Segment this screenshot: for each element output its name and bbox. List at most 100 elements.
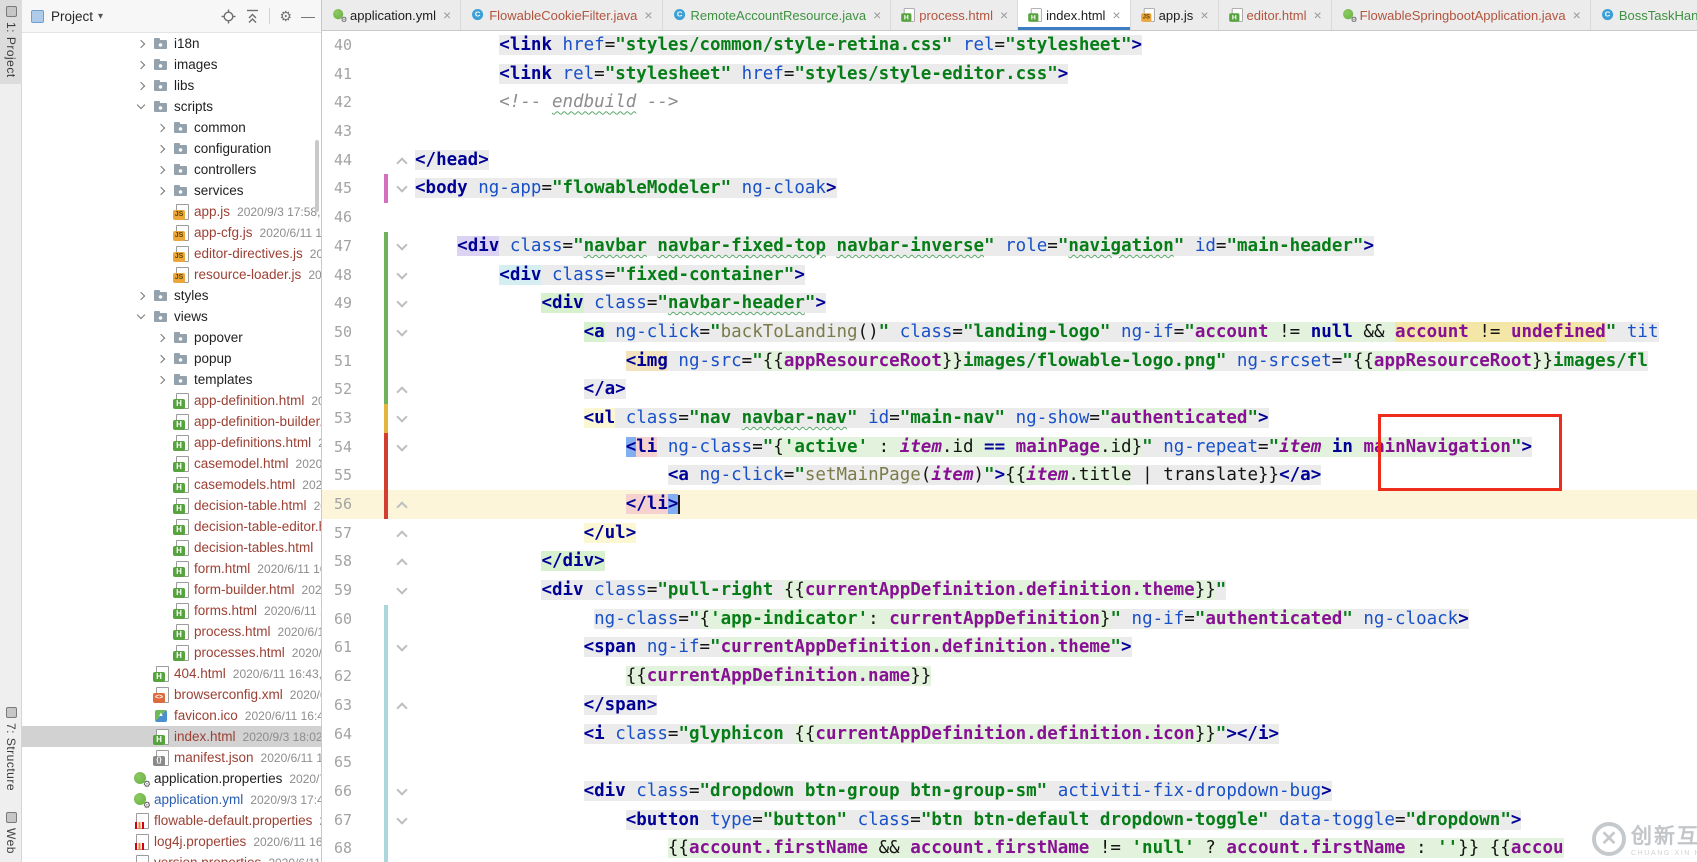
code-line[interactable]: 62 {{currentAppDefinition.name}} — [322, 662, 1697, 691]
tree-item-app-definition-builder.h[interactable]: Happ-definition-builder.h — [22, 411, 321, 432]
fold-marker-icon[interactable] — [396, 157, 408, 169]
tree-item-app-definition.html[interactable]: Happ-definition.html 202 — [22, 390, 321, 411]
project-panel-title[interactable]: Project — [51, 9, 93, 24]
chevron-down-icon[interactable]: ▾ — [98, 11, 103, 22]
tree-item-i18n[interactable]: i18n — [22, 33, 321, 54]
code-line[interactable]: 63 </span> — [322, 690, 1697, 720]
tab-editor.html[interactable]: Heditor.html × — [1218, 0, 1332, 30]
tab-FlowableCookieFilter.java[interactable]: FlowableCookieFilter.java × — [461, 0, 663, 30]
code-line[interactable]: 56 </li> — [322, 490, 1697, 519]
fold-marker-icon[interactable] — [396, 239, 408, 251]
code-line[interactable]: 59 <div class="pull-right {{currentAppDe… — [322, 576, 1697, 605]
hide-panel-icon[interactable]: — — [301, 9, 315, 23]
tree-item-manifest.json[interactable]: {} manifest.json 2020/6/11 16: — [22, 747, 321, 768]
tree-item-index.html[interactable]: Hindex.html 2020/9/3 18:02, 1 — [22, 726, 321, 747]
tree-item-browserconfig.xml[interactable]: <> browserconfig.xml 2020/6/ — [22, 684, 321, 705]
gear-icon[interactable]: ⚙ — [279, 9, 292, 23]
tab-BossTaskHandler.java[interactable]: BossTaskHandler.java× — [1590, 0, 1697, 30]
fold-marker-icon[interactable] — [396, 325, 408, 337]
toolwindow-button-project[interactable]: 1: Project — [0, 0, 22, 84]
fold-marker-icon[interactable] — [396, 296, 408, 308]
code-line[interactable]: 61 <span ng-if="currentAppDefinition.def… — [322, 633, 1697, 663]
code-line[interactable]: 46 — [322, 203, 1697, 232]
tree-item-casemodel.html[interactable]: Hcasemodel.html 2020/6 — [22, 453, 321, 474]
code-line[interactable]: 65 — [322, 748, 1697, 777]
code-line[interactable]: 44 </head> — [322, 146, 1697, 175]
tab-close-icon[interactable]: × — [1112, 8, 1120, 22]
tree-item-configuration[interactable]: configuration — [22, 138, 321, 159]
tab-application.yml[interactable]: application.yml × — [322, 0, 462, 30]
tree-item-log4j.properties[interactable]: log4j.properties 2020/6/11 16:4 — [22, 831, 321, 852]
tab-close-icon[interactable]: × — [1313, 8, 1321, 22]
chevron-collapsed-icon[interactable] — [156, 354, 166, 363]
tab-close-icon[interactable]: × — [1573, 8, 1581, 22]
fold-marker-icon[interactable] — [396, 386, 408, 398]
code-line[interactable]: 49 <div class="navbar-header"> — [322, 289, 1697, 318]
tree-item-editor-directives.js[interactable]: JS editor-directives.js 2020 — [22, 243, 321, 264]
chevron-collapsed-icon[interactable] — [136, 39, 146, 48]
tab-close-icon[interactable]: × — [644, 8, 652, 22]
tab-process.html[interactable]: Hprocess.html × — [891, 0, 1019, 30]
code-line[interactable]: 48 <div class="fixed-container"> — [322, 260, 1697, 290]
tree-item-app.js[interactable]: JS app.js 2020/9/3 17:58, 14 — [22, 201, 321, 222]
code-line[interactable]: 66 <div class="dropdown btn-group btn-gr… — [322, 776, 1697, 806]
chevron-collapsed-icon[interactable] — [136, 291, 146, 300]
tree-item-process.html[interactable]: Hprocess.html 2020/6/11 — [22, 621, 321, 642]
tab-app.js[interactable]: JS app.js × — [1130, 0, 1219, 30]
code-line[interactable]: 47 <div class="navbar navbar-fixed-top n… — [322, 231, 1697, 261]
tab-RemoteAccountResource.java[interactable]: RemoteAccountResource.java × — [662, 0, 892, 30]
chevron-collapsed-icon[interactable] — [156, 165, 166, 174]
code-line[interactable]: 52 </a> — [322, 375, 1697, 404]
tree-item-templates[interactable]: templates — [22, 369, 321, 390]
tree-item-application.properties[interactable]: application.properties 2020/7/ — [22, 768, 321, 789]
chevron-collapsed-icon[interactable] — [156, 186, 166, 195]
code-line[interactable]: 57 </ul> — [322, 519, 1697, 548]
tree-item-scripts[interactable]: scripts — [22, 96, 321, 117]
tree-item-app-cfg.js[interactable]: JS app-cfg.js 2020/6/11 16: — [22, 222, 321, 243]
code-line[interactable]: 41 <link rel="stylesheet" href="styles/s… — [322, 60, 1697, 89]
fold-marker-icon[interactable] — [396, 530, 408, 542]
chevron-collapsed-icon[interactable] — [156, 375, 166, 384]
tree-item-404.html[interactable]: H 404.html 2020/6/11 16:43, 3. — [22, 663, 321, 684]
code-line[interactable]: 43 — [322, 117, 1697, 146]
tree-item-controllers[interactable]: controllers — [22, 159, 321, 180]
code-line[interactable]: 50 <a ng-click="backToLanding()" class="… — [322, 317, 1697, 347]
tab-close-icon[interactable]: × — [873, 8, 881, 22]
code-line[interactable]: 68 {{account.firstName && account.firstN… — [322, 834, 1697, 862]
code-line[interactable]: 67 <button type="button" class="btn btn-… — [322, 805, 1697, 835]
chevron-collapsed-icon[interactable] — [136, 81, 146, 90]
tree-item-images[interactable]: images — [22, 54, 321, 75]
tab-close-icon[interactable]: × — [1200, 8, 1208, 22]
tree-item-common[interactable]: common — [22, 117, 321, 138]
tree-item-decision-table.html[interactable]: Hdecision-table.html 202 — [22, 495, 321, 516]
tree-item-decision-table-editor.ht[interactable]: Hdecision-table-editor.ht — [22, 516, 321, 537]
fold-marker-icon[interactable] — [396, 501, 408, 513]
tree-item-views[interactable]: views — [22, 306, 321, 327]
code-line[interactable]: 64 <i class="glyphicon {{currentAppDefin… — [322, 719, 1697, 749]
tree-item-application.yml[interactable]: application.yml 2020/9/3 17:45, — [22, 789, 321, 810]
fold-marker-icon[interactable] — [396, 267, 408, 280]
toolwindow-button-web[interactable]: Web — [4, 809, 18, 854]
fold-marker-icon[interactable] — [396, 181, 408, 194]
chevron-expanded-icon[interactable] — [136, 310, 146, 320]
tree-item-favicon.ico[interactable]: favicon.ico 2020/6/11 16:43, — [22, 705, 321, 726]
locate-file-icon[interactable] — [221, 9, 236, 24]
tree-scrollbar[interactable] — [315, 140, 319, 212]
chevron-collapsed-icon[interactable] — [136, 60, 146, 69]
tab-close-icon[interactable]: × — [1000, 8, 1008, 22]
tree-item-resource-loader.js[interactable]: JS resource-loader.js 2020 — [22, 264, 321, 285]
tree-item-processes.html[interactable]: Hprocesses.html 2020/6/ — [22, 642, 321, 663]
code-line[interactable]: 58 </div> — [322, 547, 1697, 576]
code-line[interactable]: 60 ng-class="{'app-indicator': currentAp… — [322, 604, 1697, 634]
tab-close-icon[interactable]: × — [443, 8, 451, 22]
code-line[interactable]: 51 <img ng-src="{{appResourceRoot}}image… — [322, 346, 1697, 376]
fold-marker-icon[interactable] — [396, 702, 408, 714]
code-line[interactable]: 45 <body ng-app="flowableModeler" ng-cloa… — [322, 174, 1697, 204]
fold-marker-icon[interactable] — [396, 558, 408, 571]
tree-item-forms.html[interactable]: Hforms.html 2020/6/11 16 — [22, 600, 321, 621]
collapse-all-icon[interactable] — [245, 9, 260, 24]
tree-item-popup[interactable]: popup — [22, 348, 321, 369]
tree-item-form-builder.html[interactable]: Hform-builder.html 2020 — [22, 579, 321, 600]
tree-item-app-definitions.html[interactable]: Happ-definitions.html 20 — [22, 432, 321, 453]
tree-item-styles[interactable]: styles — [22, 285, 321, 306]
